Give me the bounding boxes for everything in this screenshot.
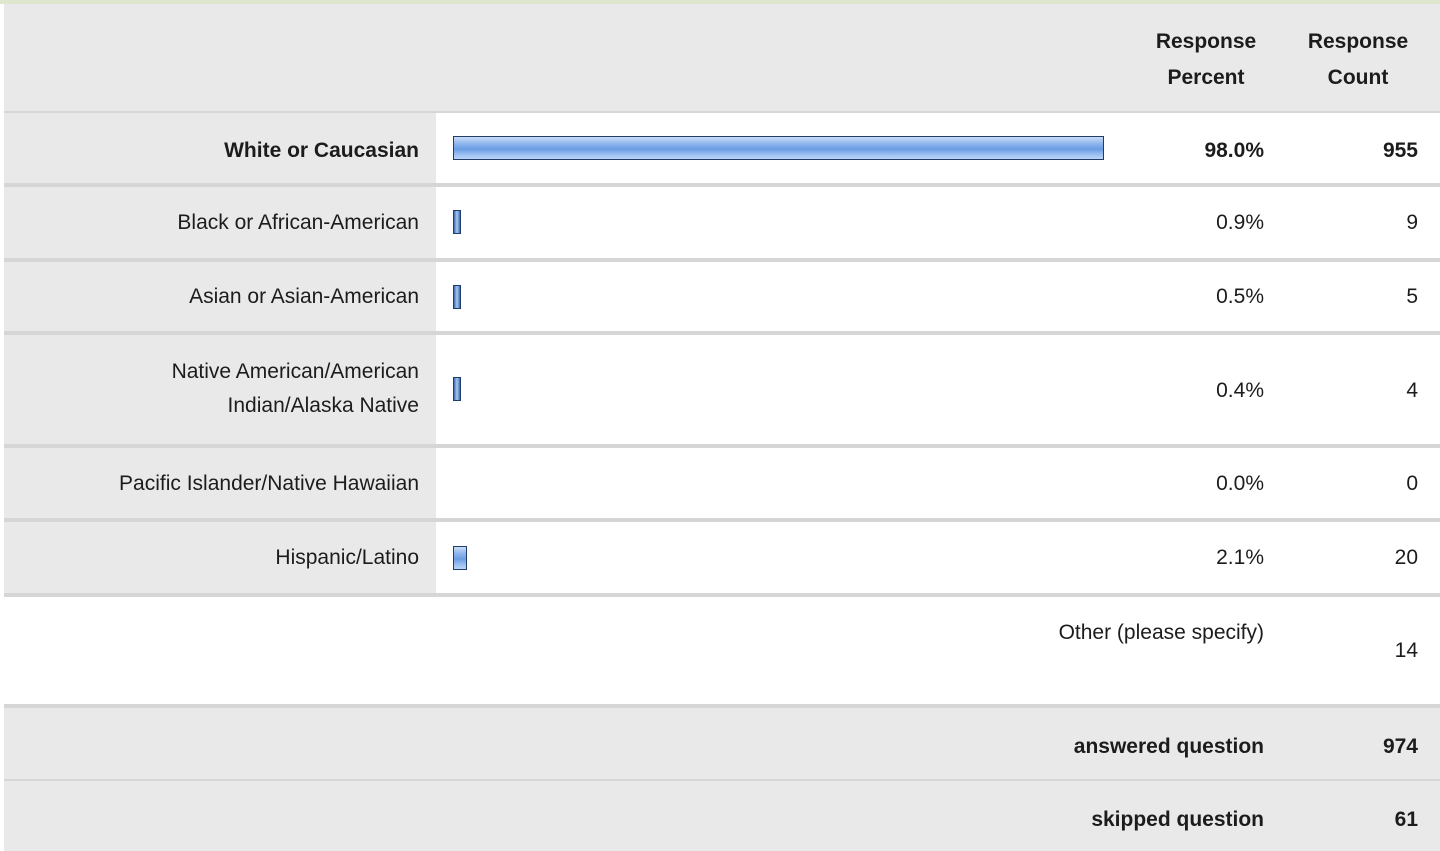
- answered-label: answered question: [1073, 735, 1264, 758]
- percent-asian: 0.5%: [1216, 285, 1264, 308]
- skipped-label: skipped question: [1091, 808, 1264, 831]
- percent-white: 98.0%: [1204, 139, 1264, 162]
- separator: [4, 593, 1440, 597]
- bar-native-american: [453, 377, 461, 401]
- percent-hispanic: 2.1%: [1216, 546, 1264, 569]
- percent-native-american: 0.4%: [1216, 379, 1264, 402]
- count-asian: 5: [1406, 285, 1418, 308]
- row-label-hispanic: Hispanic/Latino: [275, 546, 419, 569]
- bar-hispanic: [453, 546, 467, 570]
- response-count-header: Response Count: [1307, 30, 1409, 89]
- bar-black: [453, 210, 461, 234]
- percent-black: 0.9%: [1216, 211, 1264, 234]
- count-black: 9: [1406, 211, 1418, 234]
- row-label-asian: Asian or Asian-American: [189, 285, 419, 308]
- row-label-native-american: Native American/American Indian/Alaska N…: [171, 360, 419, 417]
- row-label-white: White or Caucasian: [224, 139, 419, 162]
- row-label-pacific-islander: Pacific Islander/Native Hawaiian: [119, 472, 419, 495]
- count-white: 955: [1382, 139, 1418, 162]
- other-count: 14: [1394, 639, 1418, 662]
- count-pacific-islander: 0: [1406, 472, 1418, 495]
- bar-asian: [453, 285, 461, 309]
- answered-count: 974: [1382, 735, 1418, 758]
- bar-white: [453, 136, 1104, 160]
- skipped-count: 61: [1394, 808, 1418, 831]
- row-label-black: Black or African-American: [177, 211, 419, 234]
- other-label: Other (please specify): [1058, 621, 1264, 644]
- percent-pacific-islander: 0.0%: [1216, 472, 1264, 495]
- response-percent-header: Response Percent: [1155, 30, 1257, 89]
- count-hispanic: 20: [1394, 546, 1418, 569]
- count-native-american: 4: [1406, 379, 1418, 402]
